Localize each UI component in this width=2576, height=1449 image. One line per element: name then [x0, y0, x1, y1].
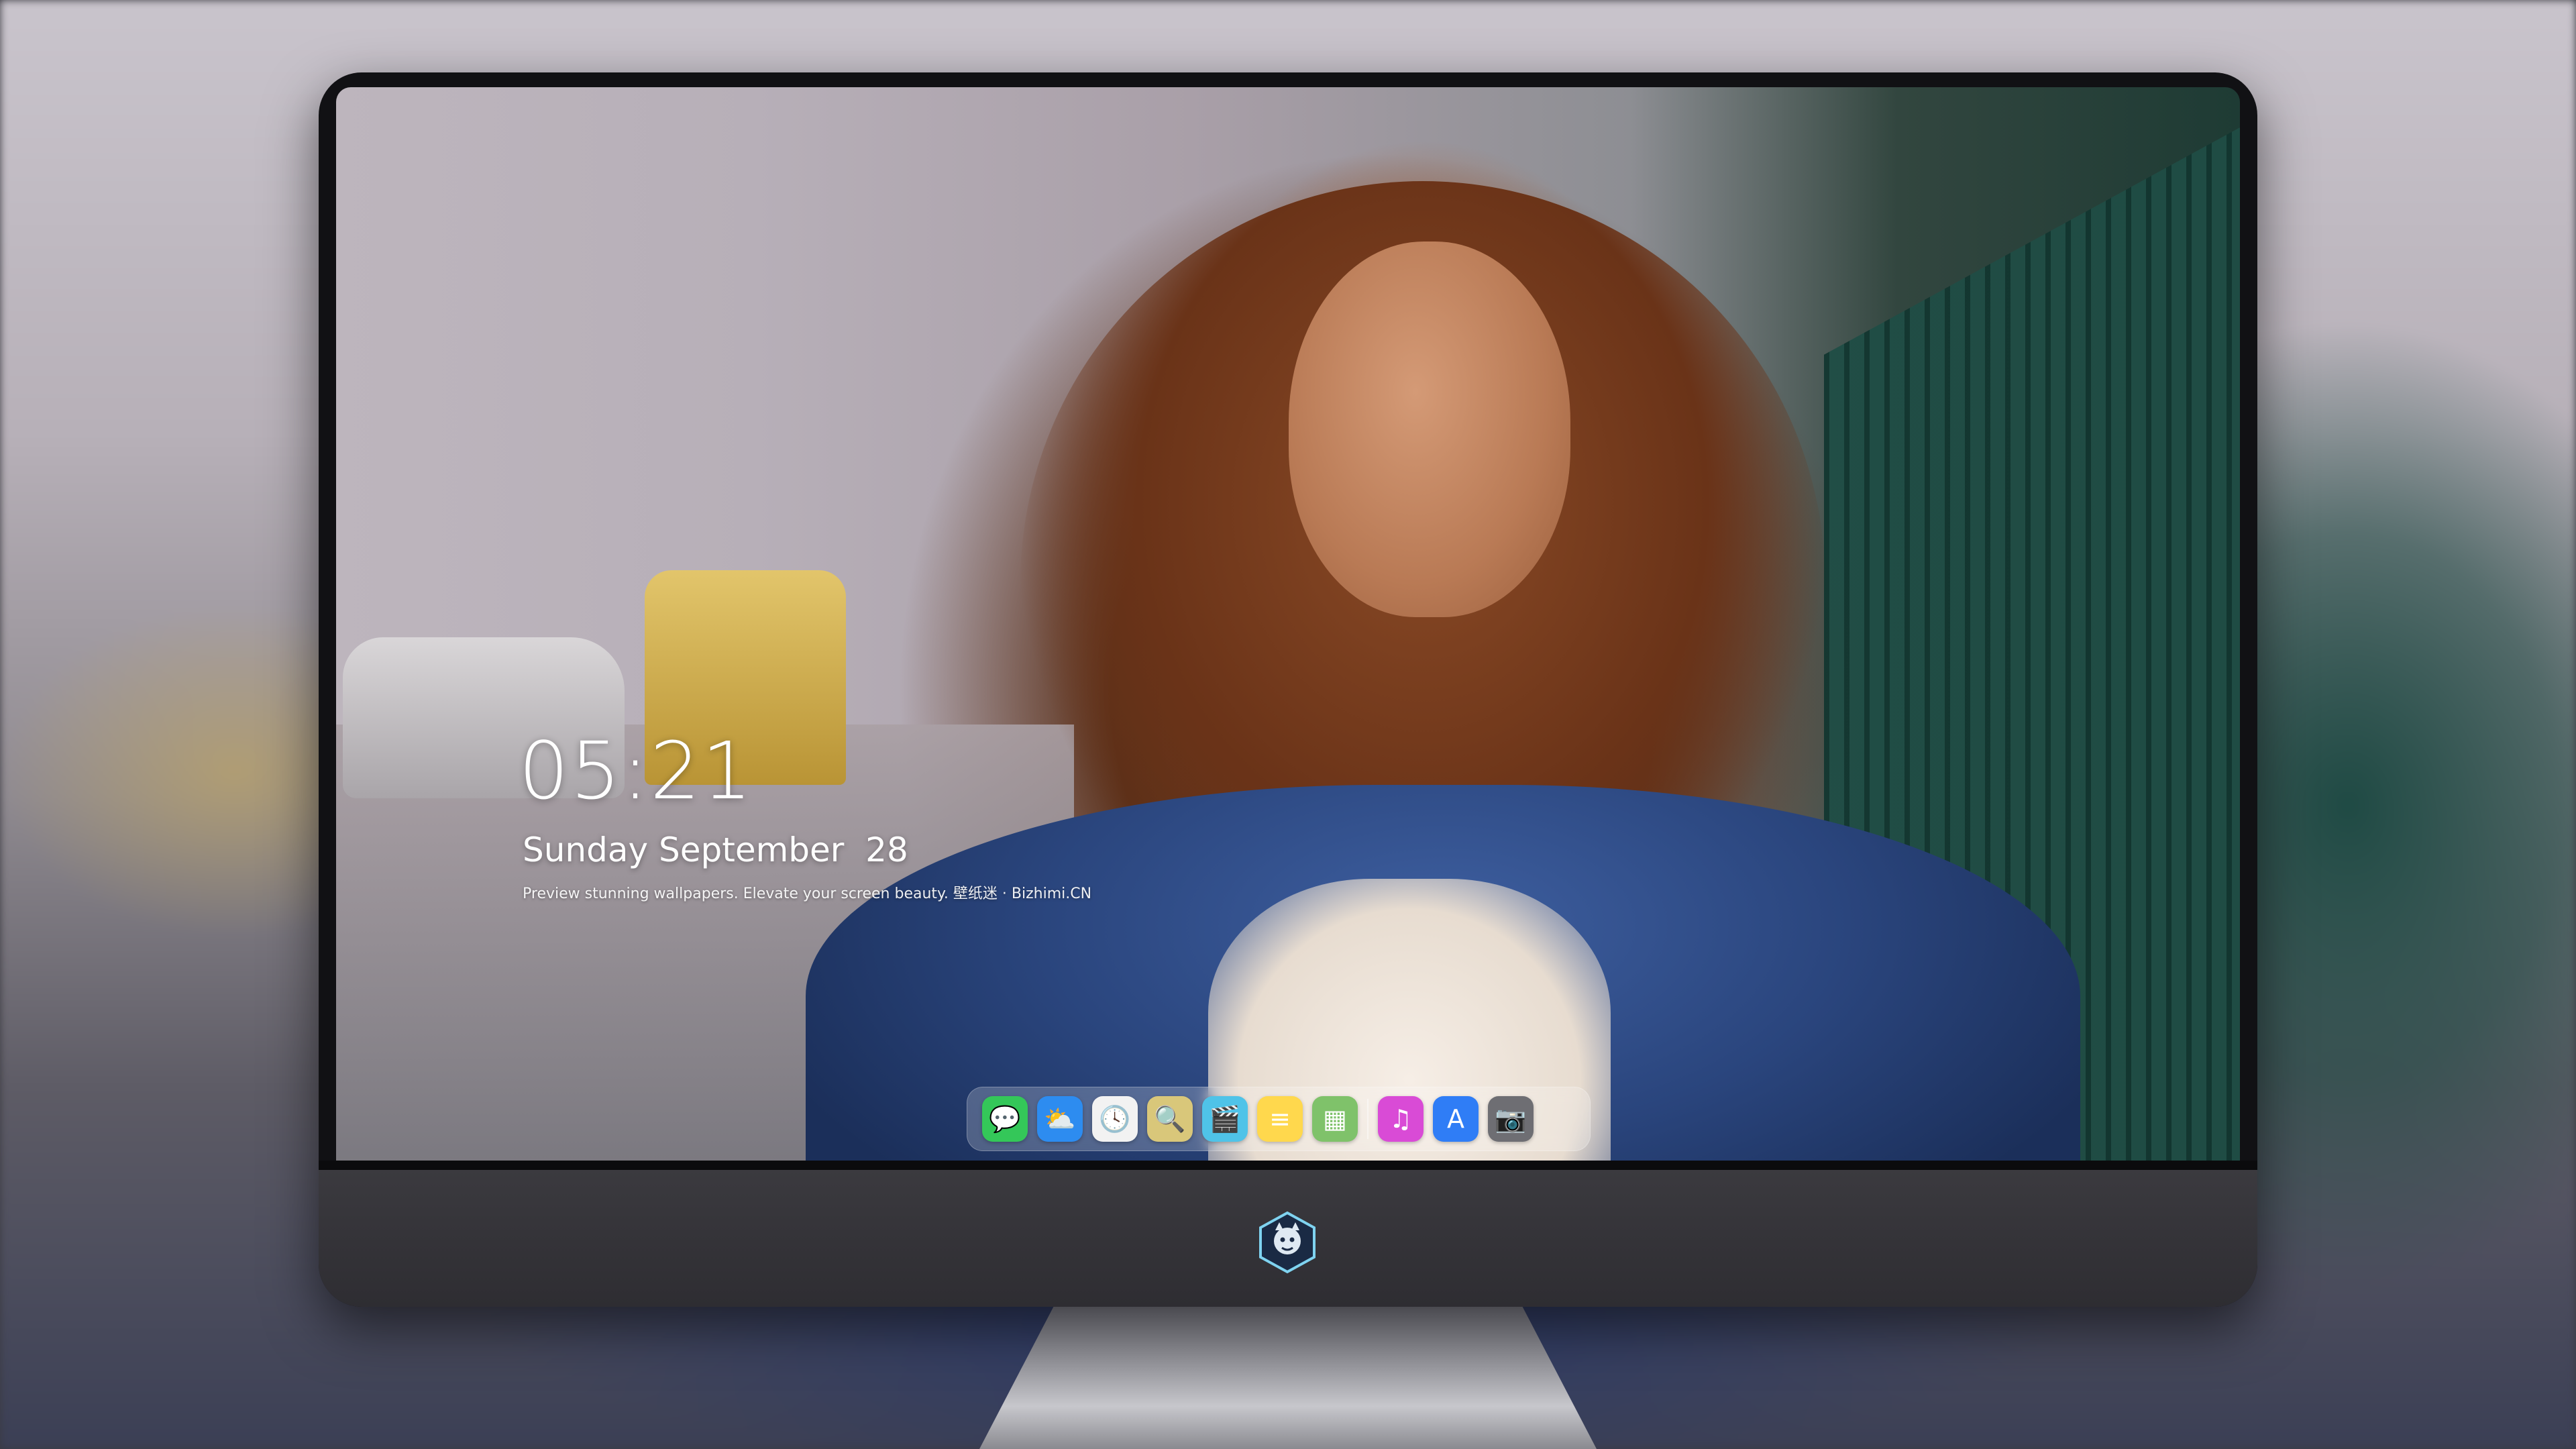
dock: 💬 ⛅ 🕓 🔍 🎬 ≡ ▦ ♫ A 📷: [967, 1087, 1591, 1151]
notes-icon[interactable]: ≡: [1257, 1096, 1303, 1142]
preview-icon[interactable]: 🔍: [1147, 1096, 1193, 1142]
lock-screen[interactable]: 05:21 Sunday September 28 Preview stunni…: [336, 87, 2240, 1161]
monitor-stand: [979, 1307, 1597, 1449]
weather-icon[interactable]: ⛅: [1037, 1096, 1083, 1142]
camera-icon[interactable]: 📷: [1488, 1096, 1534, 1142]
wallpaper-face: [1289, 241, 1570, 617]
messages-icon[interactable]: 💬: [982, 1096, 1028, 1142]
music-icon[interactable]: ♫: [1378, 1096, 1424, 1142]
clock-icon[interactable]: 🕓: [1092, 1096, 1138, 1142]
brand-logo-icon: [1259, 1211, 1316, 1274]
photo-booth-icon[interactable]: ▦: [1312, 1096, 1358, 1142]
video-editor-icon[interactable]: 🎬: [1202, 1096, 1248, 1142]
dock-separator: [1367, 1099, 1368, 1139]
monitor-chin: [319, 1161, 2257, 1307]
lock-clock: 05:21: [519, 724, 754, 817]
lock-date: Sunday September 28: [523, 830, 908, 869]
app-store-icon[interactable]: A: [1433, 1096, 1479, 1142]
monitor: 05:21 Sunday September 28 Preview stunni…: [319, 72, 2257, 1307]
lock-tagline: Preview stunning wallpapers. Elevate you…: [523, 885, 1092, 902]
